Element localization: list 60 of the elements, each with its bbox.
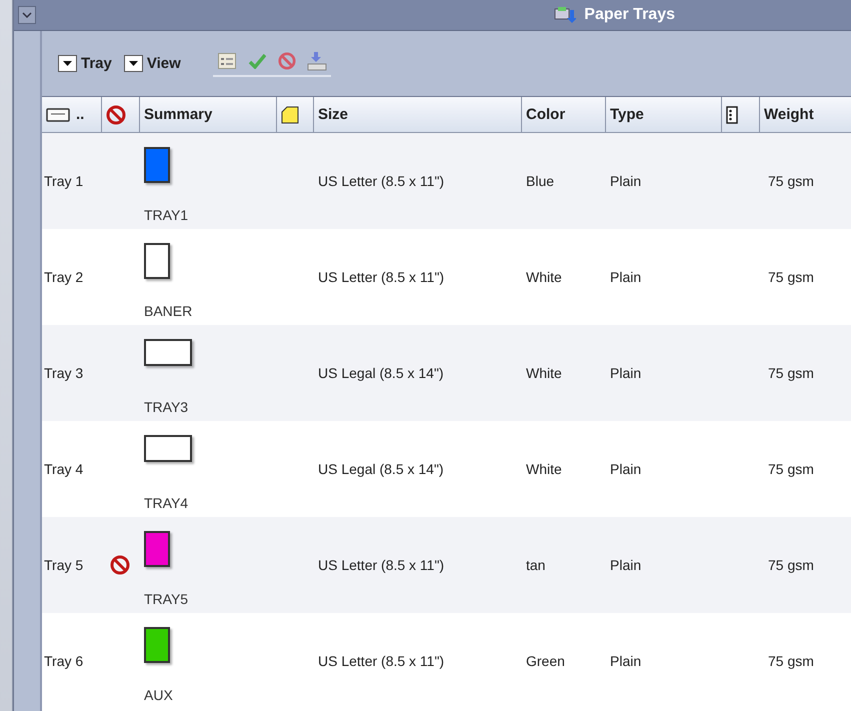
punched-sheet-icon <box>726 106 738 124</box>
table-cell: Green <box>526 653 565 669</box>
table-cell: US Legal (8.5 x 14") <box>318 461 444 477</box>
window-title: Paper Trays <box>584 6 675 24</box>
menu-button[interactable]: View <box>124 55 181 72</box>
tray-name: Tray 3 <box>43 364 84 383</box>
column-header[interactable] <box>277 97 314 133</box>
table-cell: tan <box>526 557 546 573</box>
dropdown-arrow-icon <box>128 61 138 66</box>
table-cell: US Letter (8.5 x 11") <box>318 557 444 573</box>
table-cell: Plain <box>610 557 642 573</box>
table-cell: White <box>526 365 562 381</box>
table-cell: White <box>526 269 562 285</box>
paper-label: TRAY5 <box>144 591 190 607</box>
table-cell: 75 gsm <box>768 653 814 669</box>
chevron-down-icon <box>22 12 32 18</box>
table-cell: US Legal (8.5 x 14") <box>318 365 444 381</box>
column-header[interactable]: Size <box>314 97 522 133</box>
table-cell: US Letter (8.5 x 11") <box>318 173 444 189</box>
column-header[interactable]: Weight <box>760 97 851 133</box>
column-header[interactable]: Summary <box>140 97 277 133</box>
table-cell: Blue <box>526 173 554 189</box>
dropdown-arrow-icon <box>63 61 72 66</box>
column-header-label: .. <box>76 106 84 123</box>
properties-icon[interactable] <box>216 50 237 70</box>
table-cell: Plain <box>610 653 642 669</box>
column-header[interactable]: .. <box>42 97 102 133</box>
column-header[interactable]: Type <box>606 97 722 133</box>
table-cell: 75 gsm <box>768 461 814 477</box>
tray-name: Tray 1 <box>43 172 84 191</box>
table-cell: Plain <box>610 365 642 381</box>
table-cell: 75 gsm <box>768 269 814 285</box>
disabled-icon <box>110 555 130 575</box>
paper-label: TRAY4 <box>144 495 190 511</box>
note-icon <box>281 106 299 124</box>
paper-label: TRAY1 <box>144 207 190 223</box>
tray-name: Tray 6 <box>43 652 84 671</box>
paper-label: TRAY3 <box>144 399 190 415</box>
column-header[interactable]: Color <box>522 97 606 133</box>
paper-label: BANER <box>144 303 194 319</box>
printer-icon <box>554 6 576 24</box>
tray-name: Tray 2 <box>43 268 84 287</box>
table-cell: White <box>526 461 562 477</box>
collapse-button[interactable] <box>18 6 36 24</box>
paper-label: AUX <box>144 687 174 703</box>
download-tray-icon[interactable] <box>306 50 327 70</box>
table-cell: 75 gsm <box>768 557 814 573</box>
table-cell: Plain <box>610 173 642 189</box>
table-cell: 75 gsm <box>768 173 814 189</box>
table-cell: 75 gsm <box>768 365 814 381</box>
prohibited-icon <box>106 104 126 124</box>
table-cell: Plain <box>610 269 642 285</box>
column-header[interactable] <box>722 97 760 133</box>
tray-name: Tray 4 <box>43 460 84 479</box>
table-cell: US Letter (8.5 x 11") <box>318 653 444 669</box>
tray-icon <box>46 108 70 122</box>
tray-name: Tray 5 <box>43 556 84 575</box>
table-cell: Plain <box>610 461 642 477</box>
table-cell: US Letter (8.5 x 11") <box>318 269 444 285</box>
menu-button[interactable]: Tray <box>58 55 112 72</box>
